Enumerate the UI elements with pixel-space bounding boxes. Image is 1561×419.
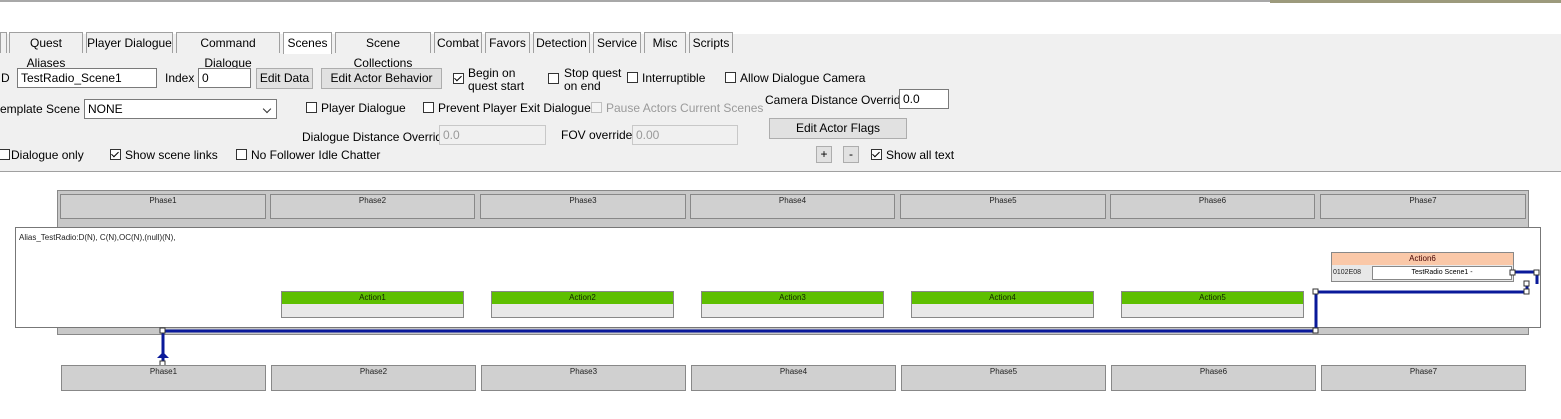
phase-bottom-6[interactable]: Phase6 <box>1111 365 1316 391</box>
scene-link-main <box>161 284 1529 363</box>
scene-links <box>157 269 1540 367</box>
link-handle[interactable] <box>1523 280 1530 287</box>
link-handle[interactable] <box>1533 269 1540 276</box>
link-handle[interactable] <box>1523 288 1530 295</box>
phase-bottom-4[interactable]: Phase4 <box>691 365 896 391</box>
phase-bottom-3[interactable]: Phase3 <box>481 365 686 391</box>
arrow-up-icon <box>157 352 169 358</box>
phase-bottom-5[interactable]: Phase5 <box>901 365 1106 391</box>
phase-bottom-7[interactable]: Phase7 <box>1321 365 1526 391</box>
link-handle[interactable] <box>1509 269 1516 276</box>
phase-bottom-1[interactable]: Phase1 <box>61 365 266 391</box>
link-handle[interactable] <box>1312 327 1319 334</box>
phase-bottom-2[interactable]: Phase2 <box>271 365 476 391</box>
link-handle[interactable] <box>1312 288 1319 295</box>
link-handle[interactable] <box>159 327 166 334</box>
